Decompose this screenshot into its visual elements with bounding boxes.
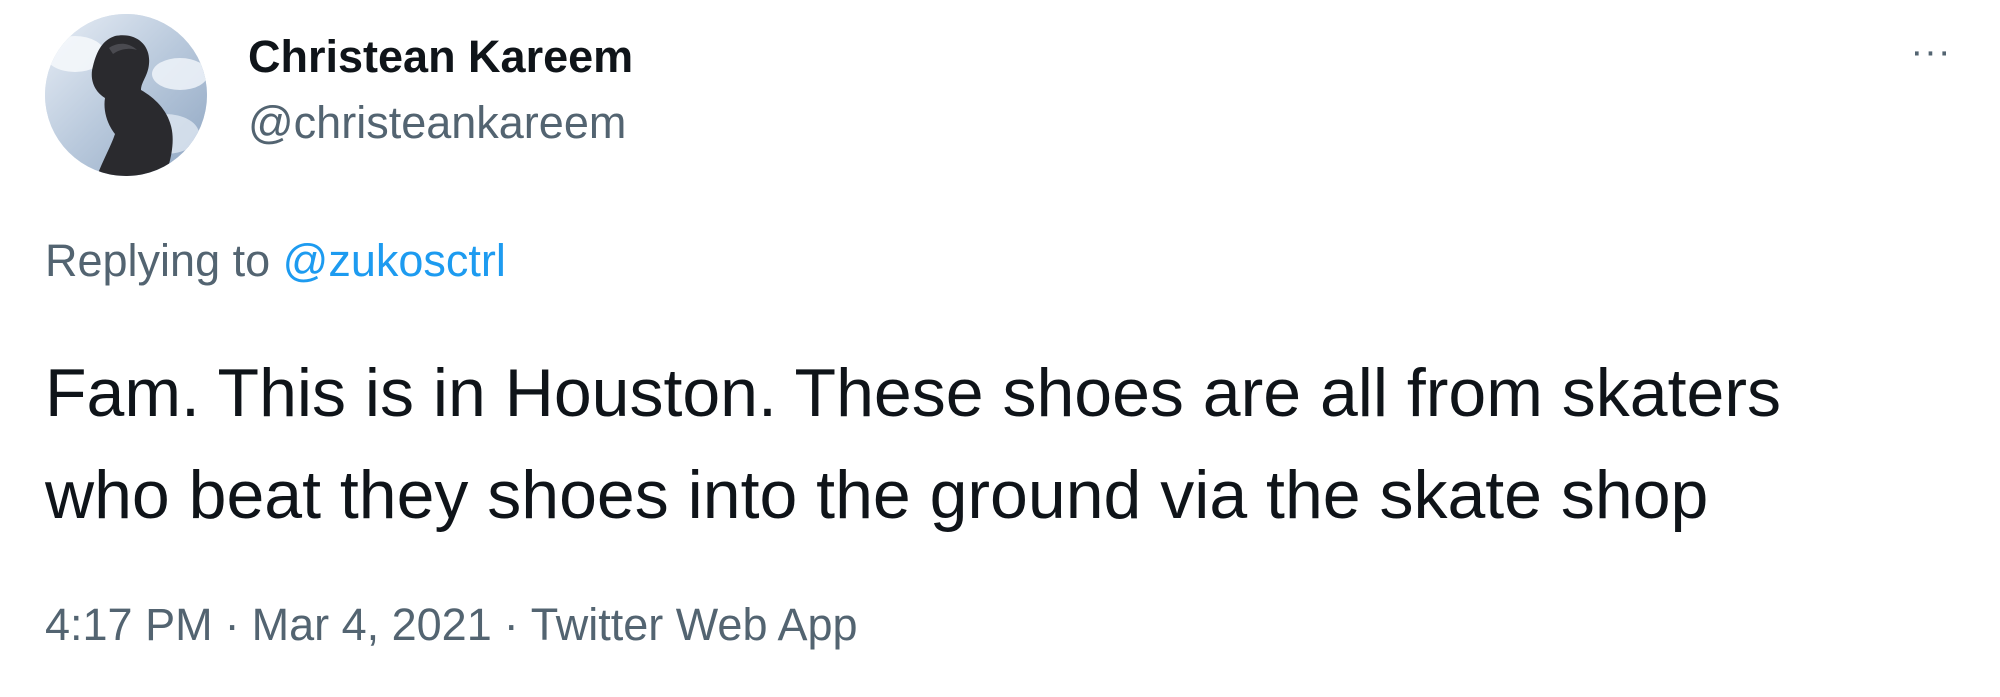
meta-separator: · [503, 599, 519, 650]
more-options-button[interactable]: ··· [1896, 28, 1966, 88]
tweet-source[interactable]: Twitter Web App [531, 599, 858, 650]
replying-to-label: Replying to [45, 235, 271, 286]
author-display-name[interactable]: Christean Kareem [248, 28, 633, 87]
tweet-time[interactable]: 4:17 PM [45, 599, 213, 650]
tweet-meta: 4:17 PM · Mar 4, 2021 · Twitter Web App [45, 596, 858, 655]
replying-to-line: Replying to @zukosctrl [45, 232, 506, 291]
tweet-text-line: who beat they shoes into the ground via … [45, 457, 1709, 533]
more-dots-icon: ··· [1910, 31, 1952, 73]
profile-photo-icon [45, 14, 207, 176]
reply-mention-link[interactable]: @zukosctrl [283, 235, 506, 286]
meta-separator: · [224, 599, 240, 650]
tweet-text: Fam. This is in Houston. These shoes are… [45, 342, 1965, 546]
tweet-date[interactable]: Mar 4, 2021 [252, 599, 492, 650]
avatar[interactable] [45, 14, 207, 176]
tweet-card: Christean Kareem @christeankareem ··· Re… [0, 0, 2000, 697]
tweet-text-line: Fam. This is in Houston. These shoes are… [45, 355, 1781, 431]
author-handle[interactable]: @christeankareem [248, 94, 626, 153]
